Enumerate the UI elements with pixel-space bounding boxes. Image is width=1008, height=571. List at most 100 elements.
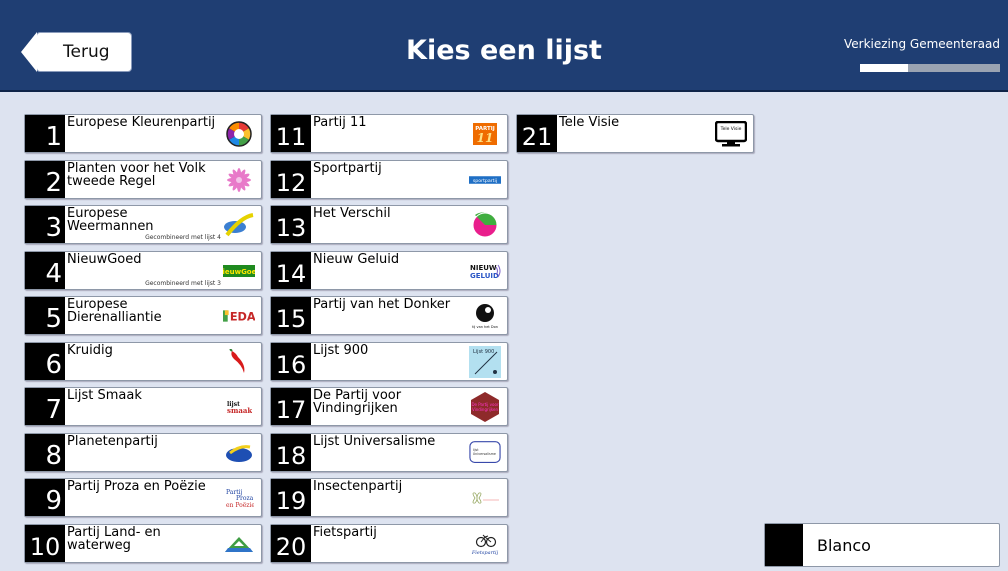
progress-step [860, 64, 908, 72]
party-list-item[interactable]: 10 Partij Land- en waterweg [24, 523, 262, 563]
list-name: Planten voor het Volk tweede Regel [67, 160, 206, 189]
list-name: Insectenpartij [313, 479, 403, 494]
eda-logo: EDA [223, 302, 255, 330]
color-wheel-logo [223, 120, 255, 148]
lijst-900-logo: Lijst 900 [469, 345, 501, 378]
party-list-item[interactable]: 7 Lijst Smaak lijst smaak [24, 387, 262, 426]
list-number: 18 [271, 433, 311, 471]
party-list-item[interactable]: 11 Partij 11 PARTIJ 11 [270, 114, 508, 153]
weather-logo [223, 211, 255, 239]
universalisme-logo: lijst Universalisme [469, 439, 501, 467]
party-list-item[interactable]: 20 Fietspartij Fietspartij [270, 523, 508, 563]
combination-note: Gecombineerd met lijst 3 [145, 279, 221, 287]
list-name: Tele Visie [559, 115, 620, 130]
insect-logo [469, 484, 501, 512]
progress-indicator [860, 64, 1000, 72]
list-number: 1 [25, 115, 65, 152]
list-number: 21 [517, 115, 557, 152]
bicycle-logo: Fietspartij [469, 530, 501, 558]
list-number: 2 [25, 160, 65, 198]
list-number: 15 [271, 297, 311, 334]
nieuw-geluid-logo: NIEUW GELUID [469, 257, 501, 285]
list-name: Het Verschil [313, 206, 391, 221]
list-number: 3 [25, 206, 65, 243]
list-number: 10 [25, 524, 65, 562]
svg-text:EDA: EDA [230, 311, 255, 323]
party-list-item[interactable]: 3 Europese Weermannen Gecombineerd met lij… [24, 205, 262, 244]
svg-text:Lijst 900: Lijst 900 [473, 349, 494, 355]
blanco-square [765, 524, 803, 566]
svg-text:Fietspartij: Fietspartij [471, 550, 499, 556]
svg-text:en Poëzie: en Poëzie [226, 502, 254, 509]
svg-text:sportpartij: sportpartij [473, 177, 497, 183]
list-name: Fietspartij [313, 524, 377, 540]
blanco-label: Blanco [817, 536, 871, 555]
vindingrijken-logo: De Partij voor Vindingrijken [469, 392, 501, 422]
tv-logo: Tele Visie [715, 120, 747, 148]
party-list-item[interactable]: 9 Partij Proza en Poëzie Partij Proza en Poë… [24, 478, 262, 517]
party-list-item[interactable]: 12 Sportpartij sportpartij [270, 159, 508, 199]
nieuwgoed-logo: NieuwGoed [223, 257, 255, 285]
list-number: 14 [271, 251, 311, 289]
het-verschil-logo [469, 211, 501, 239]
land-water-logo [223, 530, 255, 558]
party-list-item[interactable]: 4NieuwGoedGecombineerd met lijst 3NieuwG… [24, 250, 262, 290]
svg-text:GELUID: GELUID [470, 272, 499, 280]
party-list-item[interactable]: 19 Insectenpartij [270, 478, 508, 517]
party-list-item[interactable]: 16 Lijst 900 Lijst 900 [270, 341, 508, 381]
combination-note: Gecombineerd met lijst 4 [145, 234, 221, 241]
party-list-item[interactable]: 15Partij van het DonkerPartij van het Do… [270, 296, 508, 335]
svg-text:NIEUW: NIEUW [470, 264, 497, 272]
blanco-button[interactable]: Blanco [764, 523, 1000, 567]
svg-text:Proza: Proza [236, 495, 254, 502]
list-name: Europese Kleurenpartij [67, 115, 216, 130]
flower-logo [223, 166, 255, 194]
party-list-item[interactable]: 13 Het Verschil [270, 205, 508, 244]
party-list-item[interactable]: 6 Kruidig [24, 341, 262, 381]
list-number: 19 [271, 479, 311, 516]
partij-11-logo: PARTIJ 11 [469, 120, 501, 148]
party-list-item[interactable]: 18 Lijst Universalisme lijst Universalisme [270, 432, 508, 472]
svg-text:Vindingrijken: Vindingrijken [472, 407, 499, 412]
party-list-item[interactable]: 5 Europese Dierenalliantie EDA [24, 296, 262, 335]
list-name: Partij van het Donker [313, 297, 451, 312]
lijst-smaak-logo: lijst smaak [223, 393, 255, 421]
svg-text:Tele Visie: Tele Visie [720, 126, 742, 132]
list-name: Lijst Universalisme [313, 433, 436, 449]
list-number: 4 [25, 251, 65, 289]
list-number: 11 [271, 115, 311, 152]
svg-text:NieuwGoed: NieuwGoed [223, 268, 255, 276]
list-name: Europese Weermannen [67, 206, 154, 234]
donker-logo: Partij van het Donker [469, 302, 501, 330]
list-number: 8 [25, 433, 65, 471]
list-name: Nieuw Geluid [313, 251, 400, 267]
list-name: Partij Land- en waterweg [67, 524, 161, 553]
list-name: Planetenpartij [67, 433, 158, 449]
planet-logo [223, 439, 255, 467]
list-number: 7 [25, 388, 65, 425]
header-bar: Terug Kies een lijst Verkiezing Gemeente… [0, 0, 1008, 92]
proza-poezie-logo: Partij Proza en Poëzie [223, 484, 255, 512]
list-name: NieuwGoed [67, 251, 142, 267]
list-number: 5 [25, 297, 65, 334]
party-list-item[interactable]: 21 Tele Visie Tele Visie [516, 114, 754, 153]
party-list-item[interactable]: 14 Nieuw Geluid NIEUW GELUID [270, 250, 508, 290]
list-number: 13 [271, 206, 311, 243]
list-name: Kruidig [67, 342, 113, 358]
list-name: Partij Proza en Poëzie [67, 479, 206, 494]
list-name: Lijst Smaak [67, 388, 142, 403]
party-list-item[interactable]: 2 Planten voor het Volk tweede Regel [24, 159, 262, 199]
list-name: Partij 11 [313, 115, 367, 130]
progress-step [908, 64, 954, 72]
svg-text:Partij van het Donker: Partij van het Donker [472, 325, 498, 329]
chili-logo [223, 348, 255, 376]
svg-text:Universalisme: Universalisme [473, 451, 496, 455]
list-name: Lijst 900 [313, 342, 369, 358]
party-list-item[interactable]: 8 Planetenpartij [24, 432, 262, 472]
list-number: 6 [25, 342, 65, 380]
list-number: 16 [271, 342, 311, 380]
party-list-item[interactable]: 1 Europese Kleurenpartij [24, 114, 262, 153]
sportpartij-logo: sportpartij [469, 166, 501, 194]
party-list-item[interactable]: 17 De Partij voor Vindingrijken De Partij … [270, 387, 508, 426]
list-number: 20 [271, 524, 311, 562]
